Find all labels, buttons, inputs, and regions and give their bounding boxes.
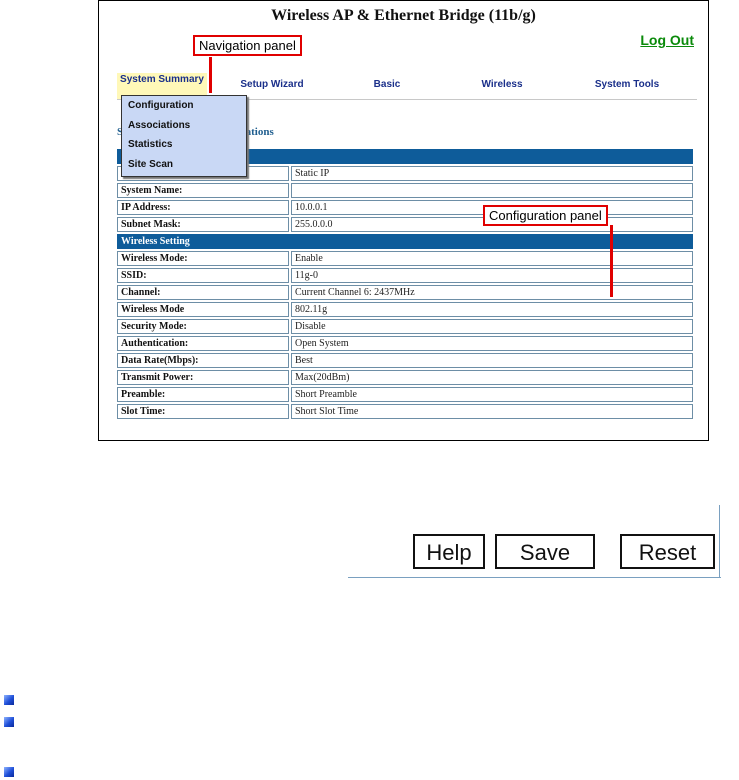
row-value: Short Slot Time	[291, 404, 693, 419]
save-button[interactable]: Save	[495, 534, 595, 569]
menu-item-configuration[interactable]: Configuration	[122, 96, 246, 116]
configuration-panel-callout: Configuration panel	[483, 205, 608, 226]
row-value: Short Preamble	[291, 387, 693, 402]
tab-label: Basic	[373, 79, 401, 90]
table-row: Security Mode: Disable	[117, 319, 693, 334]
admin-screenshot: Wireless AP & Ethernet Bridge (11b/g) Lo…	[98, 0, 709, 441]
menu-item-site-scan[interactable]: Site Scan	[122, 155, 246, 175]
system-summary-menu: Configuration Associations Statistics Si…	[121, 95, 247, 177]
table-row: System Name:	[117, 183, 693, 198]
row-value: Static IP	[291, 166, 693, 181]
tab-label: System Summary	[120, 74, 204, 85]
navigation-callout-line	[209, 57, 212, 93]
tab-system-tools[interactable]: System Tools	[577, 73, 677, 99]
row-value: Enable	[291, 251, 693, 266]
row-value: Max(20dBm)	[291, 370, 693, 385]
help-button[interactable]: Help	[413, 534, 485, 569]
row-label: Channel:	[117, 285, 289, 300]
bullet-icon	[4, 695, 14, 705]
row-value: 802.11g	[291, 302, 693, 317]
row-label: Data Rate(Mbps):	[117, 353, 289, 368]
table-row: Preamble: Short Preamble	[117, 387, 693, 402]
row-label: Wireless Mode	[117, 302, 289, 317]
row-label: Transmit Power:	[117, 370, 289, 385]
row-label: Authentication:	[117, 336, 289, 351]
row-label: Security Mode:	[117, 319, 289, 334]
table-row: Authentication: Open System	[117, 336, 693, 351]
navigation-panel-callout: Navigation panel	[193, 35, 302, 56]
reset-button[interactable]: Reset	[620, 534, 715, 569]
row-label: Wireless Mode:	[117, 251, 289, 266]
tab-wireless[interactable]: Wireless	[467, 73, 537, 99]
logout-link[interactable]: Log Out	[640, 32, 694, 48]
row-label: Preamble:	[117, 387, 289, 402]
row-value	[291, 183, 693, 198]
row-label: IP Address:	[117, 200, 289, 215]
table-row: Wireless Mode 802.11g	[117, 302, 693, 317]
section-header: Wireless Setting	[117, 234, 693, 249]
strip-divider-vertical	[719, 505, 720, 577]
row-value: 11g-0	[291, 268, 693, 283]
configuration-table: I Static IP System Name: IP Address: 10.…	[115, 147, 695, 421]
tab-label: Setup Wizard	[240, 79, 304, 90]
menu-item-associations[interactable]: Associations	[122, 116, 246, 136]
tab-basic[interactable]: Basic	[357, 73, 417, 99]
row-label: SSID:	[117, 268, 289, 283]
page-title: Wireless AP & Ethernet Bridge (11b/g)	[271, 7, 536, 24]
tab-label: System Tools	[594, 79, 660, 90]
tab-label: Wireless	[481, 79, 523, 90]
table-row: Slot Time: Short Slot Time	[117, 404, 693, 419]
button-strip: Help Save Reset	[348, 505, 721, 584]
section-header-row: Wireless Setting	[117, 234, 693, 249]
bullet-icon	[4, 717, 14, 727]
row-value: Open System	[291, 336, 693, 351]
table-row: Channel: Current Channel 6: 2437MHz	[117, 285, 693, 300]
table-row: Wireless Mode: Enable	[117, 251, 693, 266]
row-label: Slot Time:	[117, 404, 289, 419]
row-value: Current Channel 6: 2437MHz	[291, 285, 693, 300]
configuration-callout-line	[610, 225, 613, 297]
row-value: Best	[291, 353, 693, 368]
table-row: Transmit Power: Max(20dBm)	[117, 370, 693, 385]
menu-item-statistics[interactable]: Statistics	[122, 135, 246, 155]
table-row: SSID: 11g-0	[117, 268, 693, 283]
row-label: Subnet Mask:	[117, 217, 289, 232]
row-label: System Name:	[117, 183, 289, 198]
table-row: Data Rate(Mbps): Best	[117, 353, 693, 368]
strip-divider-horizontal	[348, 577, 721, 578]
row-value: Disable	[291, 319, 693, 334]
bullet-icon	[4, 767, 14, 777]
